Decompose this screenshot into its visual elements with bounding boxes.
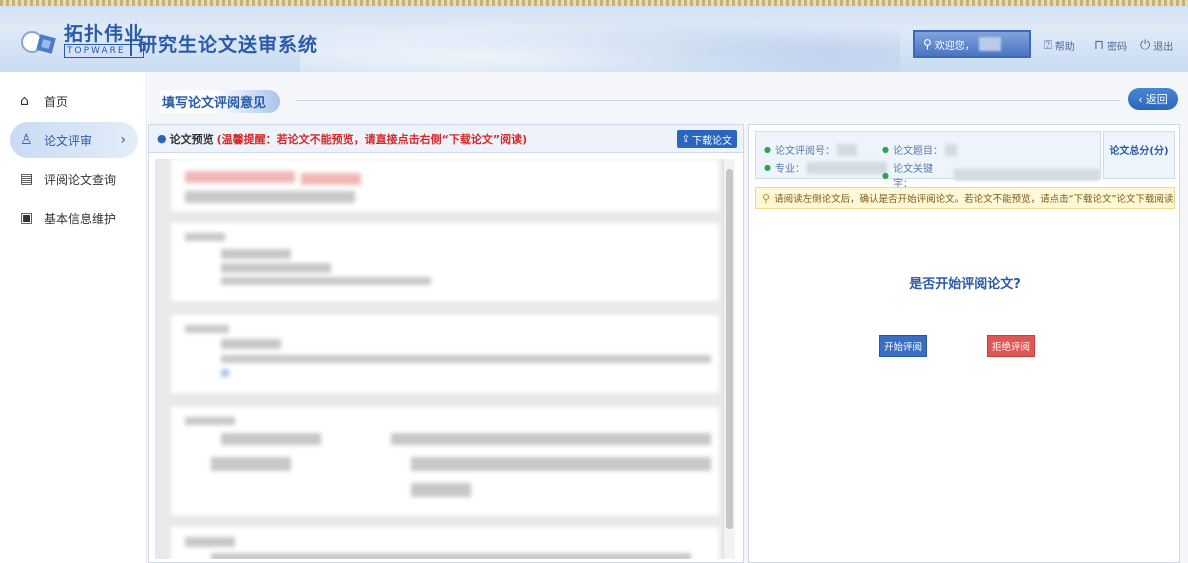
logout-label: 退出 <box>1153 42 1174 53</box>
welcome-text: 欢迎您， <box>934 40 975 52</box>
sidebar-item-home[interactable]: ⌂ 首页 <box>10 83 138 119</box>
sidebar-item-label: 首页 <box>44 94 69 109</box>
download-label: 下载论文 <box>692 135 732 147</box>
pdf-viewer[interactable] <box>155 159 735 559</box>
download-icon: ⇪ <box>681 133 690 145</box>
pdf-page-header <box>171 159 719 211</box>
review-no-label: 论文评阅号： <box>774 146 835 157</box>
paper-title-field: ● 论文题目： <box>882 142 957 157</box>
logo-cn: 拓扑伟业 <box>64 23 145 45</box>
start-review-button[interactable]: 开始评阅 <box>879 335 927 357</box>
sidebar: ⌂ 首页 ♙ 论文评审 › ▤ 评阅论文查询 ▣ 基本信息维护 <box>0 72 147 563</box>
user-icon: ⚲ <box>923 37 932 51</box>
review-no-value <box>836 143 857 156</box>
preview-tip: (温馨提醒：若论文不能预览，请直接点击右侧“下载论文”阅读) <box>216 132 528 146</box>
header-decoration <box>300 16 900 72</box>
chevron-left-icon: ‹ <box>1138 92 1143 106</box>
header-stripe <box>0 0 1188 6</box>
help-icon: ⍰ <box>1044 38 1052 53</box>
pdf-page-section <box>171 315 719 393</box>
sidebar-item-label: 论文评审 <box>44 133 93 148</box>
keywords-label: 论文关键字： <box>892 164 933 190</box>
notice-text: 请阅读左侧论文后，确认是否开始评阅论文。若论文不能预览，请点击“下载论文”论文下… <box>774 194 1175 205</box>
app-header: 拓扑伟业 TOPWARE 研究生论文送审系统 ⚲ 欢迎您， ⍰ 帮助 ⊓ 密码 … <box>0 0 1188 72</box>
page-title: 填写论文评阅意见 <box>160 90 281 113</box>
title-label: 论文题目： <box>892 146 943 157</box>
preview-label: 论文预览 <box>169 132 214 146</box>
bullet-icon: ● <box>882 145 889 154</box>
scroll-thumb[interactable] <box>726 169 733 529</box>
bullet-icon: ● <box>764 145 771 154</box>
pdf-page-section <box>171 407 719 515</box>
pdf-page-section <box>171 527 719 559</box>
sidebar-item-review[interactable]: ♙ 论文评审 › <box>10 122 138 158</box>
logo-divider <box>130 26 132 56</box>
bullet-icon: ● <box>882 170 889 180</box>
major-field: ● 专业： <box>764 160 887 175</box>
pdf-scrollbar[interactable] <box>723 159 735 559</box>
logo-icon <box>21 31 56 54</box>
username-redacted <box>978 37 1001 51</box>
sidebar-item-label: 基本信息维护 <box>44 211 117 226</box>
system-title: 研究生论文送审系统 <box>138 34 319 56</box>
start-review-question: 是否开始评阅论文? <box>909 277 1021 292</box>
main-content: 填写论文评阅意见 ‹ 返回 ● 论文预览 (温馨提醒：若论文不能预览，请直接点击… <box>148 72 1188 563</box>
pdf-page-section <box>171 223 719 301</box>
total-score-label: 论文总分(分) <box>1109 146 1169 157</box>
help-link[interactable]: ⍰ 帮助 <box>1044 38 1075 53</box>
sidebar-item-label: 评阅论文查询 <box>44 172 117 187</box>
home-icon: ⌂ <box>20 93 29 109</box>
sidebar-item-info[interactable]: ▣ 基本信息维护 <box>10 200 138 236</box>
logo-en: TOPWARE <box>64 44 145 58</box>
bullet-icon: ● <box>764 163 771 172</box>
paper-preview-panel: ● 论文预览 (温馨提醒：若论文不能预览，请直接点击右侧“下载论文”阅读) ⇪ … <box>148 124 744 563</box>
review-panel: ● 论文评阅号： ● 论文题目： ● 专业： ● 论文关键字： 论文总分(分) <box>748 124 1180 563</box>
title-value <box>944 143 957 156</box>
page-header: 填写论文评阅意见 ‹ 返回 <box>156 86 1180 114</box>
reject-review-button[interactable]: 拒绝评阅 <box>987 335 1035 357</box>
bullet-icon: ● <box>157 132 167 145</box>
major-value <box>806 161 887 174</box>
back-label: 返回 <box>1145 93 1168 106</box>
logo: 拓扑伟业 TOPWARE <box>64 23 145 58</box>
total-score: 论文总分(分) <box>1103 131 1175 179</box>
info-icon: ▣ <box>20 210 34 226</box>
back-button[interactable]: ‹ 返回 <box>1128 88 1178 110</box>
paper-info: ● 论文评阅号： ● 论文题目： ● 专业： ● 论文关键字： <box>755 131 1101 190</box>
review-notice: ⚲ 请阅读左侧论文后，确认是否开始评阅论文。若论文不能预览，请点击“下载论文”论… <box>755 187 1175 209</box>
chevron-right-icon: › <box>120 132 126 148</box>
query-icon: ▤ <box>20 171 34 187</box>
keywords-value <box>953 169 1100 181</box>
help-label: 帮助 <box>1054 42 1075 53</box>
location-pin-icon: ⚲ <box>762 191 771 205</box>
user-menu[interactable]: ⚲ 欢迎您， <box>913 30 1031 58</box>
keywords-field: ● 论文关键字： <box>882 160 1100 190</box>
password-link[interactable]: ⊓ 密码 <box>1094 38 1127 53</box>
review-icon: ♙ <box>20 132 33 148</box>
preview-toolbar: ● 论文预览 (温馨提醒：若论文不能预览，请直接点击右侧“下载论文”阅读) ⇪ … <box>149 125 743 153</box>
header-divider <box>296 100 1120 101</box>
sidebar-item-query[interactable]: ▤ 评阅论文查询 <box>10 161 138 197</box>
lock-icon: ⊓ <box>1094 38 1105 53</box>
power-icon: ⏻ <box>1140 38 1151 53</box>
download-paper-button[interactable]: ⇪ 下载论文 <box>676 130 737 148</box>
major-label: 专业： <box>774 164 805 175</box>
password-label: 密码 <box>1107 42 1128 53</box>
logout-link[interactable]: ⏻ 退出 <box>1140 38 1173 53</box>
review-no-field: ● 论文评阅号： <box>764 142 857 157</box>
